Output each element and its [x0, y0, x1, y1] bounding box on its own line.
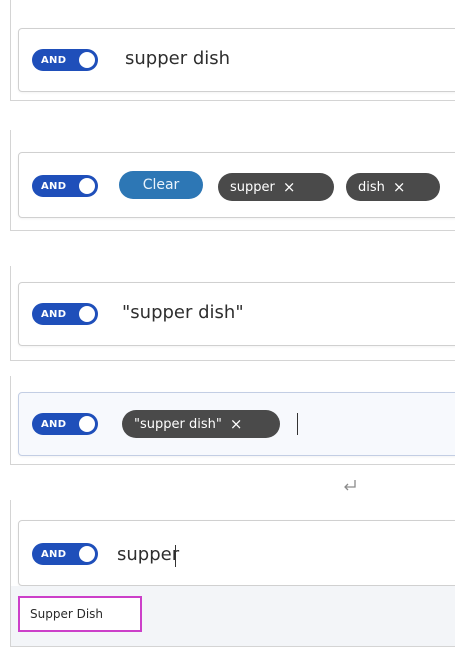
and-toggle[interactable]: AND [32, 543, 98, 565]
and-toggle[interactable]: AND [32, 175, 98, 197]
chip-label: dish [358, 179, 385, 195]
chip-label: "supper dish" [134, 416, 222, 432]
and-toggle[interactable]: AND [32, 49, 98, 71]
toggle-knob [79, 306, 95, 322]
and-toggle[interactable]: AND [32, 303, 98, 325]
suggestion-item[interactable]: Supper Dish [18, 596, 142, 632]
search-box-5[interactable]: AND supper [18, 520, 455, 586]
toggle-label: AND [41, 548, 67, 560]
search-chip[interactable]: supper × [218, 173, 334, 201]
search-chip[interactable]: dish × [346, 173, 440, 201]
toggle-knob [79, 178, 95, 194]
search-box-4[interactable]: AND "supper dish" × [18, 392, 455, 456]
close-icon[interactable]: × [230, 415, 243, 433]
search-box-1[interactable]: AND supper dish [18, 28, 455, 92]
toggle-label: AND [41, 418, 67, 430]
search-box-3[interactable]: AND "supper dish" [18, 282, 455, 346]
close-icon[interactable]: × [393, 178, 406, 196]
toggle-label: AND [41, 308, 67, 320]
search-query[interactable]: supper [117, 544, 179, 565]
search-query[interactable]: "supper dish" [122, 302, 244, 323]
chip-label: supper [230, 179, 275, 195]
toggle-label: AND [41, 180, 67, 192]
search-box-2[interactable]: AND Clear supper × dish × [18, 152, 455, 218]
toggle-knob [79, 546, 95, 562]
search-chip[interactable]: "supper dish" × [122, 410, 280, 438]
text-cursor [175, 545, 176, 567]
toggle-knob [79, 416, 95, 432]
close-icon[interactable]: × [283, 178, 296, 196]
text-cursor [297, 413, 298, 435]
return-arrow-icon [344, 480, 356, 491]
search-query[interactable]: supper dish [125, 48, 230, 69]
and-toggle[interactable]: AND [32, 413, 98, 435]
clear-button[interactable]: Clear [119, 171, 203, 199]
toggle-label: AND [41, 54, 67, 66]
toggle-knob [79, 52, 95, 68]
